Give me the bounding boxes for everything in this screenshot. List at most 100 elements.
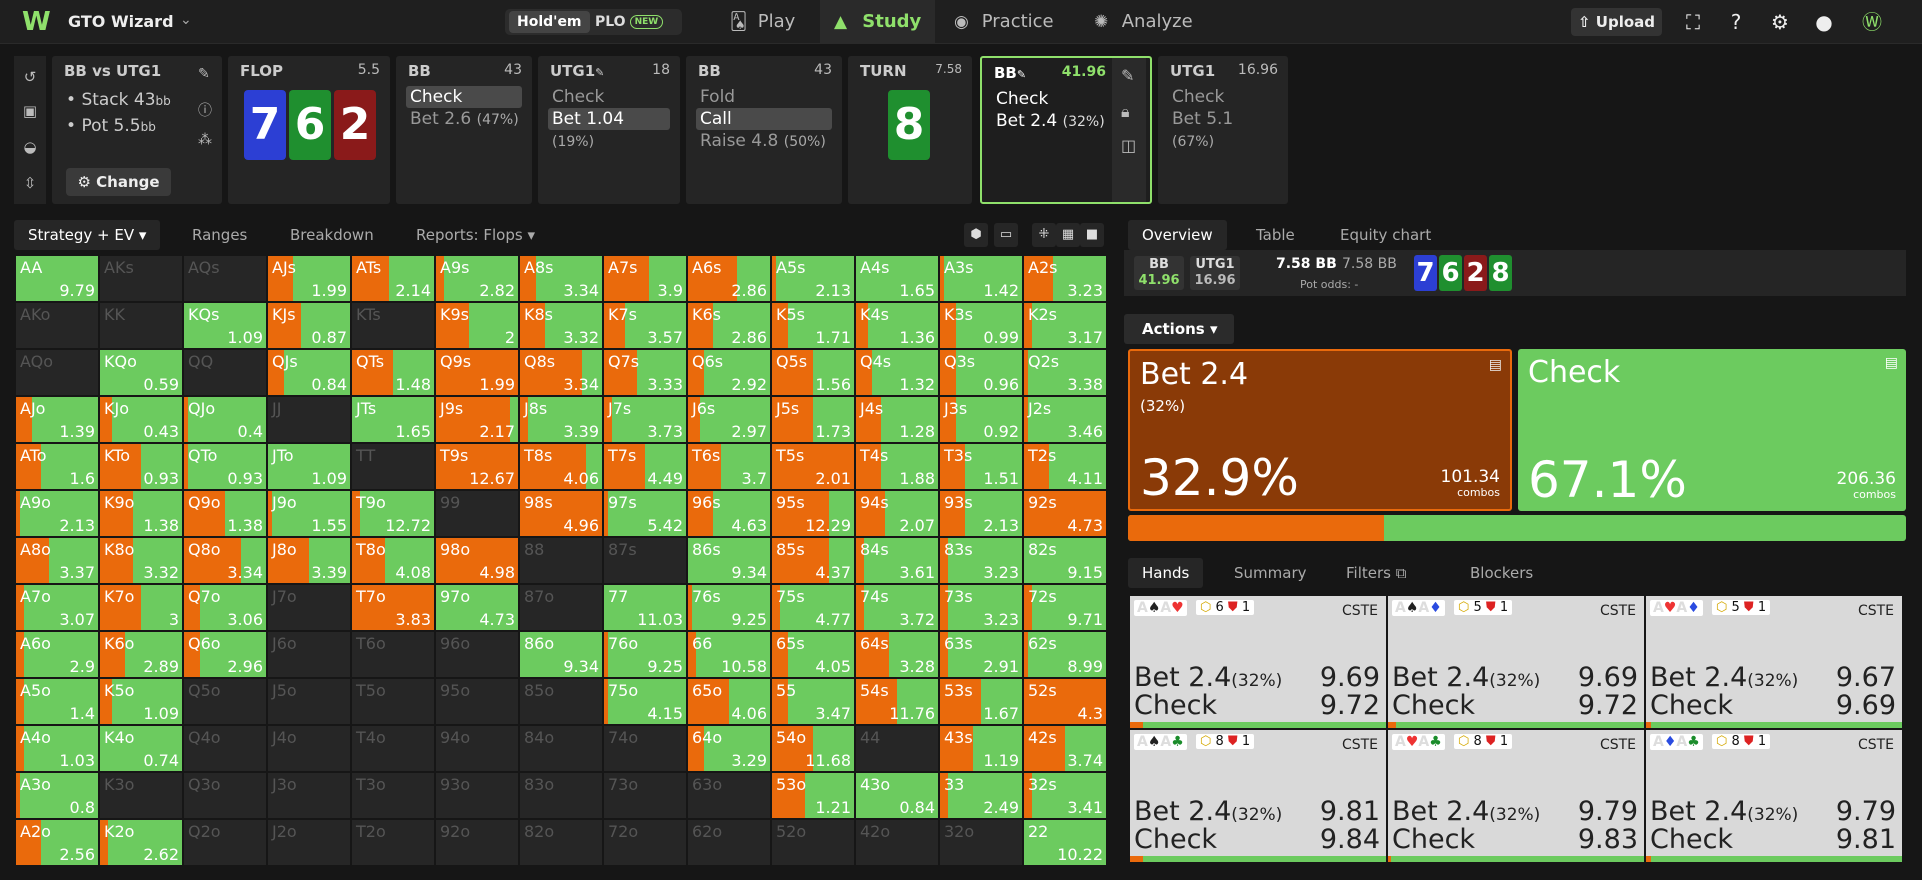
hand-cell-64s[interactable]: 64s 3.28	[856, 632, 938, 677]
hand-cell-j6s[interactable]: J6s 2.97	[688, 397, 770, 442]
hand-cell-jj[interactable]: JJ	[268, 397, 350, 442]
hand-cell-98s[interactable]: 98s 4.96	[520, 491, 602, 536]
hand-cell-a3o[interactable]: A3o 0.8	[16, 773, 98, 818]
upload-button[interactable]: ⇧ Upload	[1571, 8, 1662, 36]
hand-combo-card[interactable]: A♠A♦ ⬡ 5 ⛊ 1 CSTE Bet 2.4(32%) 9.69 Check 9.72	[1388, 596, 1644, 728]
reset-icon[interactable]: ↺	[20, 68, 40, 88]
hand-cell-k4o[interactable]: K4o 0.74	[100, 726, 182, 771]
hand-cell-43s[interactable]: 43s 1.19	[940, 726, 1022, 771]
hand-cell-t5s[interactable]: T5s 2.01	[772, 444, 854, 489]
nav-analyze[interactable]: ✺ Analyze	[1080, 0, 1207, 44]
hand-cell-73o[interactable]: 73o	[604, 773, 686, 818]
hand-cell-j4s[interactable]: J4s 1.28	[856, 397, 938, 442]
hand-cell-k3o[interactable]: K3o	[100, 773, 182, 818]
tab-reports-flops[interactable]: Reports: Flops ▾	[402, 220, 549, 250]
hand-cell-a9s[interactable]: A9s 2.82	[436, 256, 518, 301]
hand-cell-j3o[interactable]: J3o	[268, 773, 350, 818]
hand-cell-94o[interactable]: 94o	[436, 726, 518, 771]
hand-cell-62s[interactable]: 62s 8.99	[1024, 632, 1106, 677]
action-call[interactable]: Call	[696, 108, 832, 130]
hand-cell-a6o[interactable]: A6o 2.9	[16, 632, 98, 677]
hand-cell-t9s[interactable]: T9s 12.67	[436, 444, 518, 489]
hand-cell-j9o[interactable]: J9o 1.55	[268, 491, 350, 536]
save-icon[interactable]: ▣	[20, 102, 40, 122]
flop-panel[interactable]: FLOP 5.5 7 6 2	[228, 56, 390, 204]
hand-cell-j3s[interactable]: J3s 0.92	[940, 397, 1022, 442]
hand-cell-t2o[interactable]: T2o	[352, 820, 434, 865]
hand-cell-jto[interactable]: JTo 1.09	[268, 444, 350, 489]
hand-cell-k8s[interactable]: K8s 3.32	[520, 303, 602, 348]
settings-gear-icon[interactable]: ⚙	[1768, 10, 1792, 34]
hand-cell-83s[interactable]: 83s 3.23	[940, 538, 1022, 583]
hand-cell-kk[interactable]: KK	[100, 303, 182, 348]
hand-cell-55[interactable]: 55 3.47	[772, 679, 854, 724]
hand-cell-k9o[interactable]: K9o 1.38	[100, 491, 182, 536]
plo-toggle[interactable]: PLO NEW	[587, 11, 671, 33]
hand-cell-t8s[interactable]: T8s 4.06	[520, 444, 602, 489]
hand-cell-74s[interactable]: 74s 3.72	[856, 585, 938, 630]
tab-ranges[interactable]: Ranges	[178, 220, 261, 250]
hand-cell-k6s[interactable]: K6s 2.86	[688, 303, 770, 348]
hand-cell-j5s[interactable]: J5s 1.73	[772, 397, 854, 442]
hand-cell-aa[interactable]: AA 9.79	[16, 256, 98, 301]
hand-cell-53o[interactable]: 53o 1.21	[772, 773, 854, 818]
hand-cell-93o[interactable]: 93o	[436, 773, 518, 818]
hand-cell-97o[interactable]: 97o 4.73	[436, 585, 518, 630]
tab-filters[interactable]: Filters ⧉	[1332, 558, 1420, 588]
action-check[interactable]: Check	[1168, 86, 1278, 108]
nav-study[interactable]: ▲ Study	[820, 0, 936, 44]
hand-cell-q9s[interactable]: Q9s 1.99	[436, 350, 518, 395]
hand-cell-qts[interactable]: QTs 1.48	[352, 350, 434, 395]
hand-cell-qjo[interactable]: QJo 0.4	[184, 397, 266, 442]
hand-cell-83o[interactable]: 83o	[520, 773, 602, 818]
hand-cell-q3s[interactable]: Q3s 0.96	[940, 350, 1022, 395]
hand-cell-t4s[interactable]: T4s 1.88	[856, 444, 938, 489]
hand-cell-t2s[interactable]: T2s 4.11	[1024, 444, 1106, 489]
hand-cell-33[interactable]: 33 2.49	[940, 773, 1022, 818]
action-bet[interactable]: Bet 2.4 (32%)	[992, 110, 1106, 132]
hand-cell-a7o[interactable]: A7o 3.07	[16, 585, 98, 630]
lock-icon[interactable]: 🔒︎	[1121, 102, 1130, 122]
tab-table[interactable]: Table	[1242, 220, 1309, 250]
hand-cell-84o[interactable]: 84o	[520, 726, 602, 771]
hand-cell-87s[interactable]: 87s	[604, 538, 686, 583]
tab-summary[interactable]: Summary	[1220, 558, 1321, 588]
hand-cell-75o[interactable]: 75o 4.15	[604, 679, 686, 724]
hand-cell-t6o[interactable]: T6o	[352, 632, 434, 677]
hand-cell-k2o[interactable]: K2o 2.62	[100, 820, 182, 865]
view-full-icon[interactable]: ■	[1080, 223, 1104, 247]
hand-cell-a5s[interactable]: A5s 2.13	[772, 256, 854, 301]
action-bet[interactable]: Bet 5.1 (67%)	[1168, 108, 1278, 150]
hand-cell-a8s[interactable]: A8s 3.34	[520, 256, 602, 301]
hand-combo-card[interactable]: A♥A♦ ⬡ 5 ⛊ 1 CSTE Bet 2.4(32%) 9.67 Check 9.69	[1646, 596, 1902, 728]
hand-cell-72s[interactable]: 72s 9.71	[1024, 585, 1106, 630]
hand-cell-t5o[interactable]: T5o	[352, 679, 434, 724]
hand-cell-q2o[interactable]: Q2o	[184, 820, 266, 865]
hand-cell-63o[interactable]: 63o	[688, 773, 770, 818]
hand-cell-kts[interactable]: KTs	[352, 303, 434, 348]
hand-cell-96s[interactable]: 96s 4.63	[688, 491, 770, 536]
hand-cell-87o[interactable]: 87o	[520, 585, 602, 630]
hand-cell-k2s[interactable]: K2s 3.17	[1024, 303, 1106, 348]
hand-cell-97s[interactable]: 97s 5.42	[604, 491, 686, 536]
chevron-down-icon[interactable]: ⌄	[180, 12, 192, 28]
hand-cell-kjo[interactable]: KJo 0.43	[100, 397, 182, 442]
hand-cell-a4s[interactable]: A4s 1.65	[856, 256, 938, 301]
hand-cell-k4s[interactable]: K4s 1.36	[856, 303, 938, 348]
hand-cell-a7s[interactable]: A7s 3.9	[604, 256, 686, 301]
hand-cell-85s[interactable]: 85s 4.37	[772, 538, 854, 583]
hand-cell-k5o[interactable]: K5o 1.09	[100, 679, 182, 724]
node-utg1-2[interactable]: UTG1 16.96 Check Bet 5.1 (67%)	[1158, 56, 1288, 204]
hand-cell-kqs[interactable]: KQs 1.09	[184, 303, 266, 348]
hand-cell-84s[interactable]: 84s 3.61	[856, 538, 938, 583]
hand-cell-k5s[interactable]: K5s 1.71	[772, 303, 854, 348]
hand-cell-82o[interactable]: 82o	[520, 820, 602, 865]
hand-cell-a5o[interactable]: A5o 1.4	[16, 679, 98, 724]
hand-cell-64o[interactable]: 64o 3.29	[688, 726, 770, 771]
view-compact-icon[interactable]: ⁜	[1032, 223, 1056, 247]
hand-cell-86s[interactable]: 86s 9.34	[688, 538, 770, 583]
hand-cell-a3s[interactable]: A3s 1.42	[940, 256, 1022, 301]
tab-strategy-ev[interactable]: Strategy + EV ▾	[14, 220, 161, 250]
hand-cell-44[interactable]: 44	[856, 726, 938, 771]
hand-cell-53s[interactable]: 53s 1.67	[940, 679, 1022, 724]
